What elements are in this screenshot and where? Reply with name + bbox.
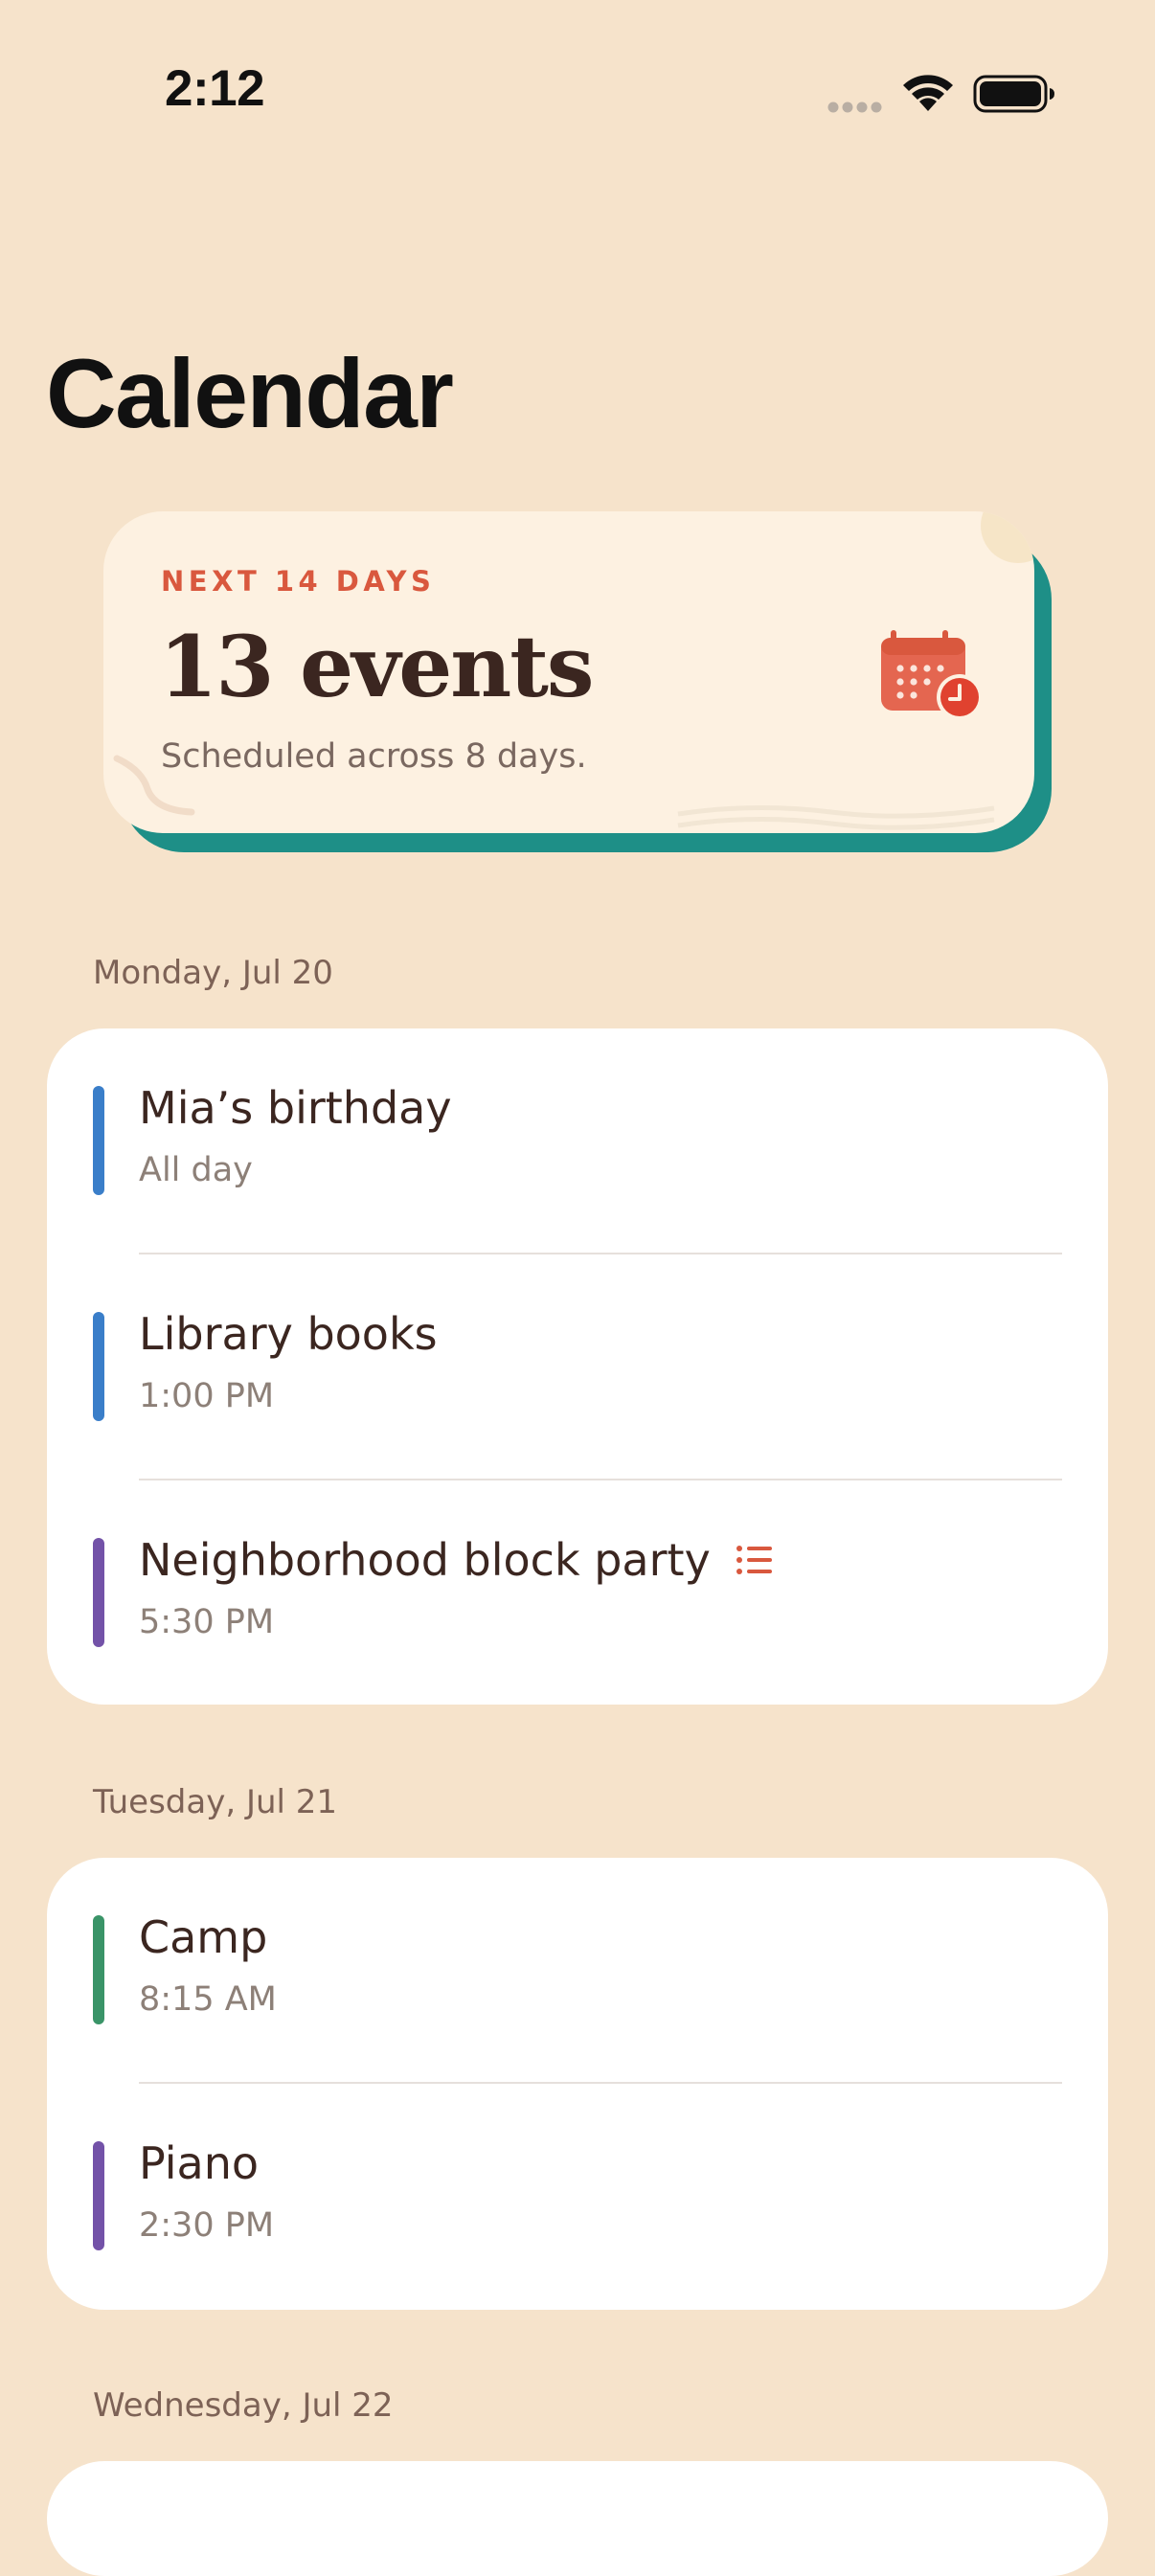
event-color-bar [93,1538,104,1647]
event-time: All day [139,1151,253,1189]
event-color-bar [93,1086,104,1195]
summary-card[interactable]: NEXT 14 DAYS 13 events Scheduled across … [103,511,1034,833]
event-time: 8:15 AM [139,1980,277,2019]
page-title: Calendar [46,339,454,448]
calendar-clock-icon [881,630,983,720]
event-title: Piano [139,2137,259,2189]
status-time: 2:12 [165,60,265,117]
event-row[interactable]: Mia’s birthday All day [47,1028,1108,1254]
section-header-tuesday: Tuesday, Jul 21 [93,1783,338,1821]
event-group-monday: Mia’s birthday All day Library books 1:0… [47,1028,1108,1705]
event-row[interactable]: Camp 8:15 AM [47,1858,1108,2084]
summary-event-count: 13 events [159,617,594,716]
event-row[interactable]: Library books 1:00 PM [47,1254,1108,1480]
summary-eyebrow: NEXT 14 DAYS [161,565,436,598]
event-time: 5:30 PM [139,1603,275,1641]
event-title: Camp [139,1911,268,1963]
battery-icon [973,75,1054,113]
event-title: Neighborhood block party [139,1534,711,1586]
event-color-bar [93,2141,104,2250]
section-header-monday: Monday, Jul 20 [93,954,333,992]
event-time: 2:30 PM [139,2206,275,2245]
event-title: Library books [139,1308,438,1360]
event-title-wrapper: Neighborhood block party [139,1534,774,1586]
event-group-wednesday [47,2461,1108,2576]
event-title: Mia’s birthday [139,1082,452,1134]
event-color-bar [93,1312,104,1421]
status-bar: 2:12 [0,0,1155,192]
section-header-wednesday: Wednesday, Jul 22 [93,2386,394,2425]
summary-subtitle: Scheduled across 8 days. [161,737,587,776]
list-icon [736,1546,772,1574]
event-time: 1:00 PM [139,1377,275,1415]
event-row[interactable]: Neighborhood block party 5:30 PM [47,1480,1108,1705]
wifi-icon [903,75,953,111]
cellular-signal-icon [827,102,882,113]
event-group-tuesday: Camp 8:15 AM Piano 2:30 PM [47,1858,1108,2310]
event-color-bar [93,1915,104,2024]
event-row[interactable]: Piano 2:30 PM [47,2084,1108,2310]
